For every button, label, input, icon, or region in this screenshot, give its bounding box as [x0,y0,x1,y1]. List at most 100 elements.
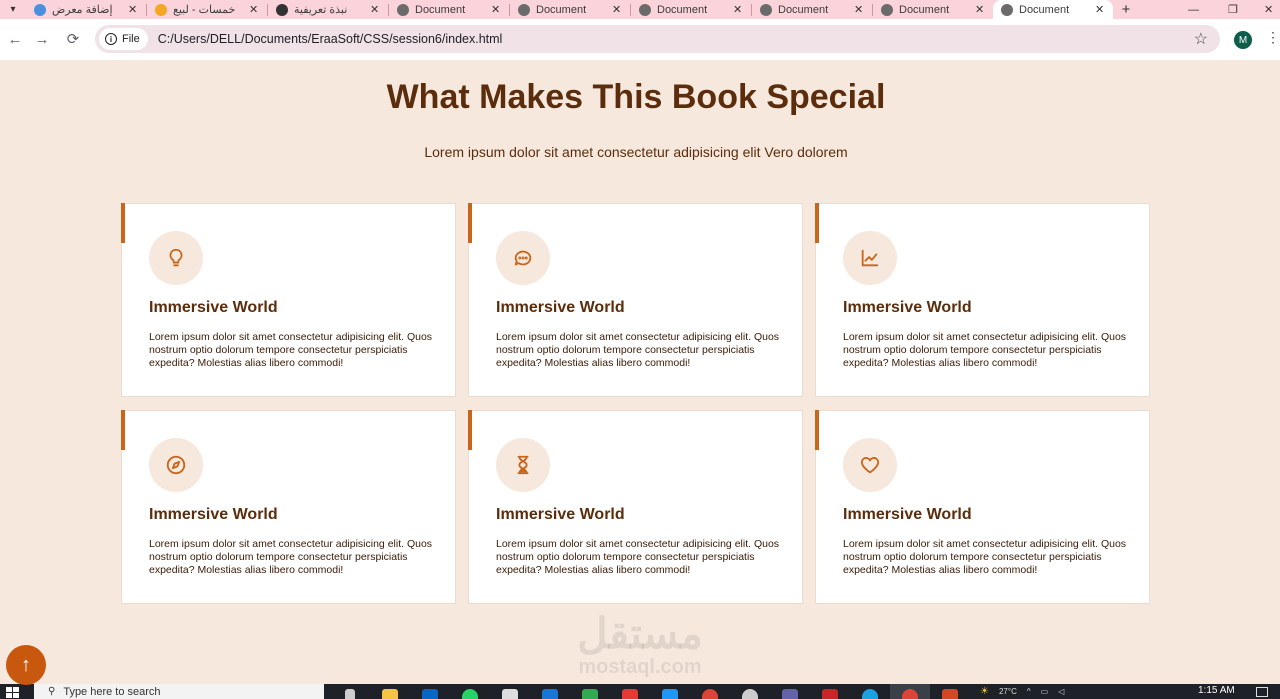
restore-icon: ❐ [1228,4,1238,16]
tab-title: نبذة تعريفية [294,4,348,16]
taskbar-apps [330,684,970,699]
close-icon: ✕ [1264,4,1274,16]
notifications-icon[interactable] [1256,687,1268,697]
tab-close-button[interactable]: ✕ [975,3,985,16]
browser-tab[interactable]: Document ✕ [510,0,630,19]
edge-icon[interactable] [850,684,890,699]
file-explorer-icon[interactable] [370,684,410,699]
windows-start-icon[interactable] [6,687,20,699]
card-accent-bar [815,410,819,450]
tab-title: Document [657,3,708,16]
weather-text: 27°C [998,687,1017,696]
windows-taskbar: ⚲ Type here to search ☀ 27°C ^ ▭ ◁ 1:15 … [0,684,1280,699]
window-close-button[interactable]: ✕ [1264,0,1273,19]
tab-close-button[interactable]: ✕ [128,3,138,16]
card-icon-circle [149,231,203,285]
address-bar[interactable]: i File C:/Users/DELL/Documents/EraaSoft/… [95,25,1220,53]
network-icon[interactable]: ▭ [1041,687,1049,696]
linkedin-icon[interactable] [410,684,450,699]
tab-title: Document [1019,3,1070,16]
favicon-icon [155,3,167,16]
back-button[interactable]: ← [0,24,30,54]
card-icon-circle [496,231,550,285]
settings-icon[interactable] [730,684,770,699]
favicon-icon [397,3,409,16]
card-description: Lorem ipsum dolor sit amet consectetur a… [149,331,433,369]
card-description: Lorem ipsum dolor sit amet consectetur a… [496,538,780,576]
browser-tab[interactable]: نبذة تعريفية ✕ [268,0,388,19]
task-view-icon[interactable] [330,684,370,699]
tab-title: Document [899,3,950,16]
tab-title: إضافة معرض [52,4,113,16]
browser-tab[interactable]: Document ✕ [752,0,872,19]
forward-button[interactable]: → [27,24,57,54]
browser-tab[interactable]: Document ✕ [389,0,509,19]
teams-icon[interactable] [770,684,810,699]
browser-tab[interactable]: خمسات - لبيع ✕ [147,0,267,19]
tab-close-button[interactable]: ✕ [733,3,743,16]
tab-close-button[interactable]: ✕ [370,3,380,16]
tab-close-button[interactable]: ✕ [491,3,501,16]
tab-close-button[interactable]: ✕ [854,3,864,16]
taskbar-search-input[interactable]: ⚲ Type here to search [34,684,324,699]
favicon-icon [639,3,651,16]
taskbar-clock[interactable]: 1:15 AM [1198,685,1235,696]
tab-title: خمسات - لبيع [173,4,236,16]
volume-icon[interactable]: ◁ [1058,687,1064,696]
whatsapp-icon[interactable] [450,684,490,699]
browser-tab[interactable]: إضافة معرض ✕ [26,0,146,19]
new-tab-button[interactable]: + [1113,0,1139,19]
restore-button[interactable]: ❐ [1228,0,1238,19]
browser-menu-icon[interactable]: ⋮ [1266,29,1280,46]
site-info-chip[interactable]: i File [99,28,148,50]
file-chip-label: File [122,33,140,45]
chrome-icon[interactable] [690,684,730,699]
card-icon-circle [149,438,203,492]
vscode-icon[interactable] [650,684,690,699]
tab-close-button[interactable]: ✕ [249,3,259,16]
chrome-active-icon[interactable] [890,684,930,699]
chat-icon [514,250,532,266]
heart-icon [860,457,880,474]
browser-tab[interactable]: Document ✕ [873,0,993,19]
favicon-icon [276,3,288,16]
browser-tab[interactable]: Document ✕ [993,0,1113,19]
powerpoint-icon[interactable] [930,684,970,699]
card-accent-bar [468,203,472,243]
feature-card: Immersive World Lorem ipsum dolor sit ame… [468,203,803,397]
card-icon-circle [843,438,897,492]
drive-icon[interactable] [570,684,610,699]
tab-close-button[interactable]: ✕ [1095,3,1105,16]
reload-button[interactable]: ⟳ [58,24,88,54]
profile-avatar[interactable]: M [1234,31,1252,49]
chart-line-icon [861,249,879,267]
minimize-button[interactable]: — [1188,0,1199,19]
tab-search-button[interactable]: ▾ [0,0,26,19]
store-icon[interactable] [490,684,530,699]
bookmark-star-icon[interactable]: ☆ [1194,29,1208,49]
url-text[interactable]: C:/Users/DELL/Documents/EraaSoft/CSS/ses… [158,32,503,46]
feature-card: Immersive World Lorem ipsum dolor sit ame… [121,203,456,397]
arrow-right-icon: → [34,30,50,48]
card-title: Immersive World [496,506,625,523]
app-red-icon[interactable] [810,684,850,699]
media-icon[interactable] [610,684,650,699]
system-tray: ☀ 27°C ^ ▭ ◁ [980,684,1064,699]
card-icon-circle [496,438,550,492]
mail-icon[interactable] [530,684,570,699]
browser-toolbar: ← → ⟳ i File C:/Users/DELL/Documents/Era… [0,19,1280,60]
card-title: Immersive World [149,299,278,316]
feature-card: Immersive World Lorem ipsum dolor sit ame… [815,203,1150,397]
page-title: What Makes This Book Special [386,78,886,116]
card-description: Lorem ipsum dolor sit amet consectetur a… [149,538,433,576]
tab-strip: ▾ إضافة معرض ✕ خمسات - لبيع ✕ نبذة تعريفية ✕ D… [0,0,1280,19]
browser-tab[interactable]: Document ✕ [631,0,751,19]
chevron-down-icon: ▾ [10,4,16,15]
favicon-icon [760,3,772,16]
card-title: Immersive World [496,299,625,316]
weather-icon: ☀ [980,686,989,697]
tab-title: Document [415,3,466,16]
scroll-to-top-button[interactable]: ↑ [6,645,46,685]
chevron-up-icon[interactable]: ^ [1027,687,1031,696]
tab-close-button[interactable]: ✕ [612,3,622,16]
